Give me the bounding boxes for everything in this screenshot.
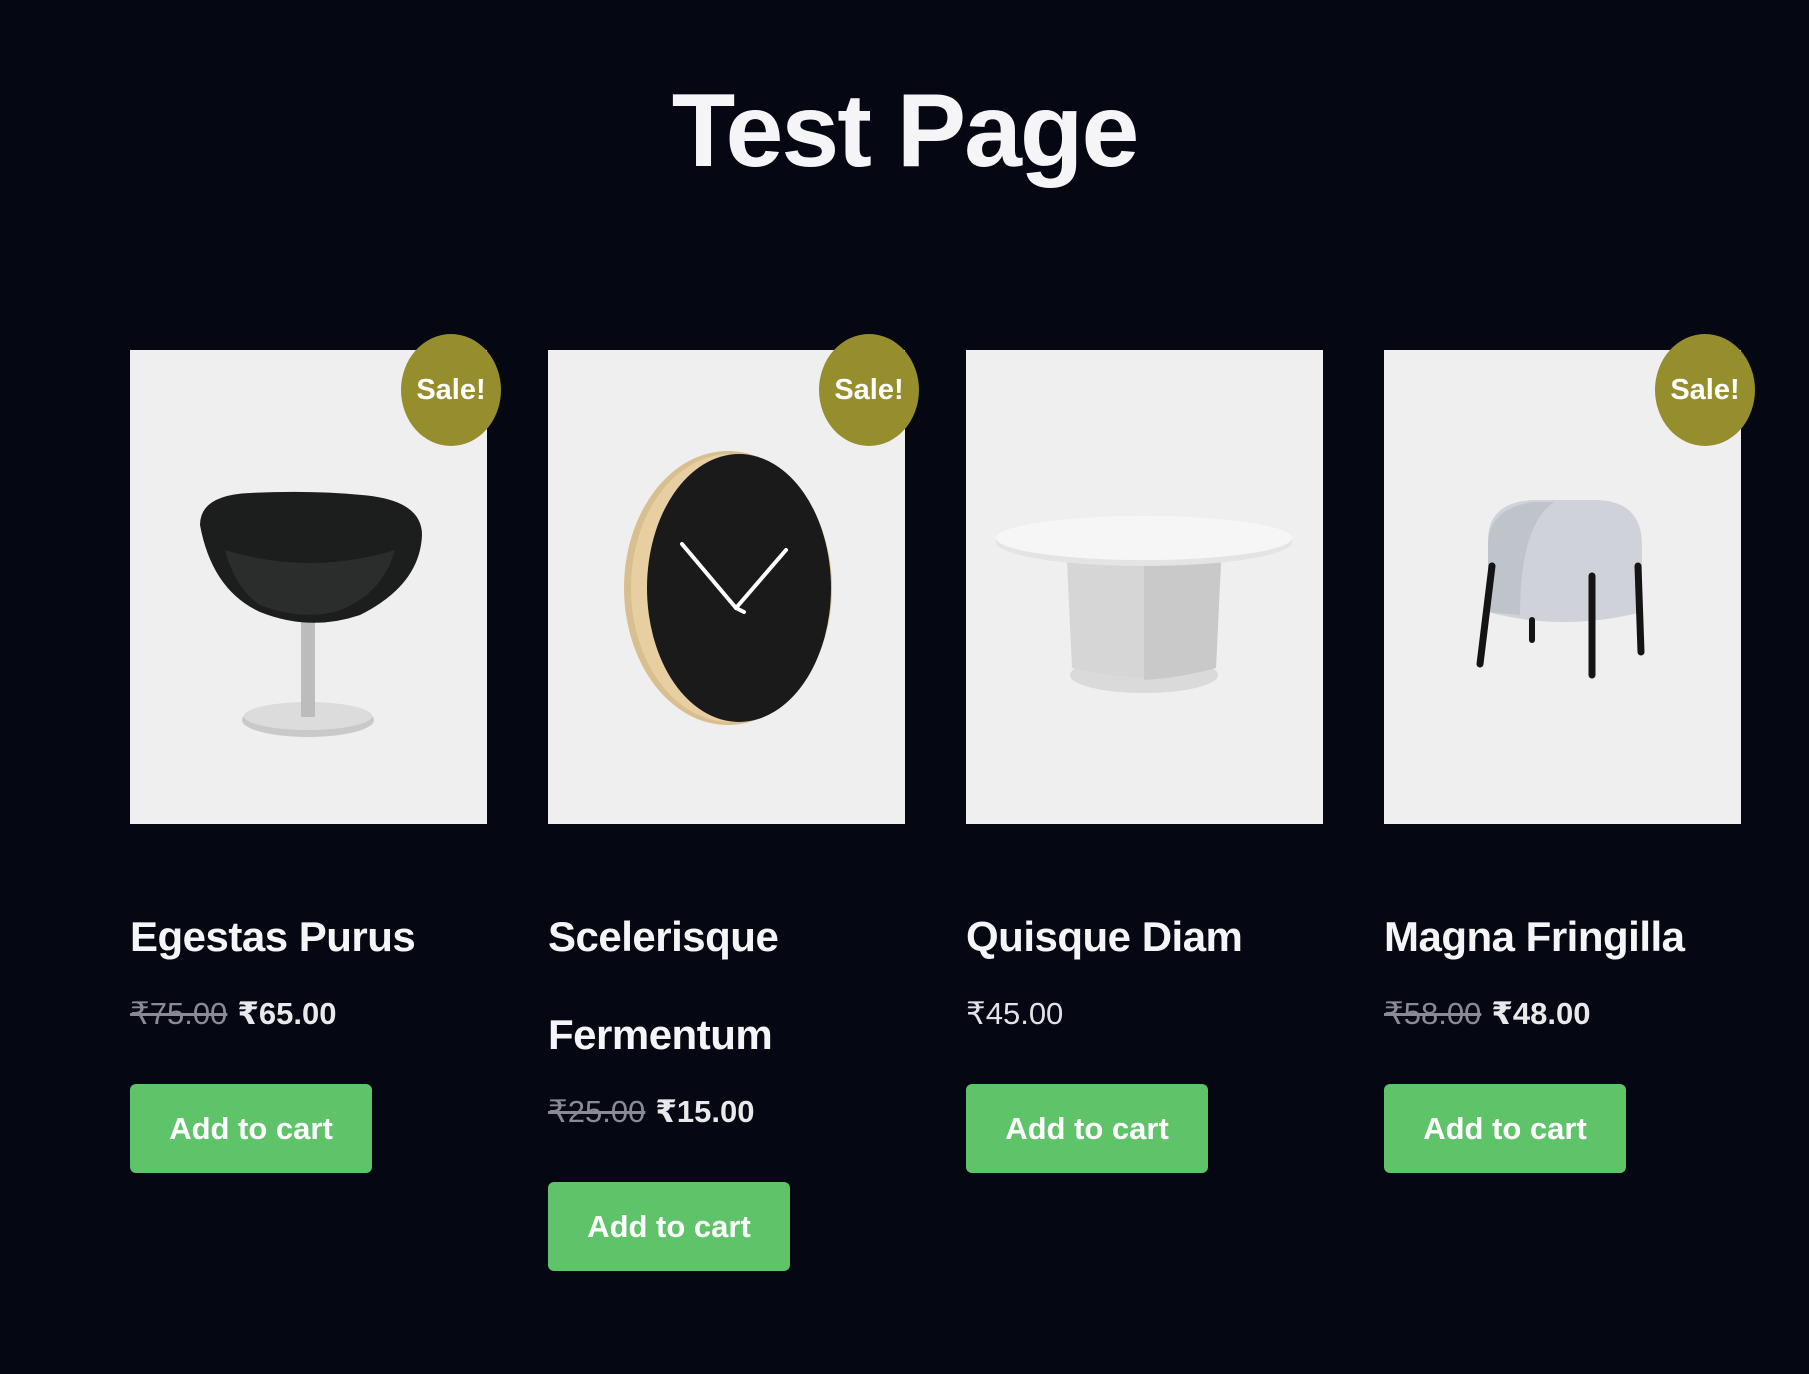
product-card: Quisque Diam ₹45.00 Add to cart — [966, 350, 1323, 1173]
sale-badge: Sale! — [1655, 334, 1755, 446]
product-image-link[interactable]: Sale! — [130, 334, 501, 824]
sale-price: ₹48.00 — [1491, 996, 1591, 1031]
product-price: ₹75.00 ₹65.00 — [130, 996, 487, 1032]
add-to-cart-button[interactable]: Add to cart — [548, 1182, 790, 1271]
coffee-table-image — [996, 516, 1292, 693]
add-to-cart-button[interactable]: Add to cart — [966, 1084, 1208, 1173]
product-price: ₹25.00 ₹15.00 — [548, 1094, 905, 1130]
product-image-link[interactable]: Sale! — [1384, 334, 1755, 824]
add-to-cart-button[interactable]: Add to cart — [1384, 1084, 1626, 1173]
product-price: ₹45.00 — [966, 996, 1323, 1032]
add-to-cart-button[interactable]: Add to cart — [130, 1084, 372, 1173]
product-title[interactable]: Quisque Diam — [966, 888, 1323, 986]
sale-badge: Sale! — [819, 334, 919, 446]
sale-price: ₹15.00 — [655, 1094, 755, 1129]
product-price: ₹58.00 ₹48.00 — [1384, 996, 1741, 1032]
product-title[interactable]: Magna Fringilla — [1384, 888, 1741, 986]
product-title[interactable]: Egestas Purus — [130, 888, 487, 986]
product-card: Sale! Egestas Purus ₹75.00 ₹65.00 Add to … — [130, 334, 501, 1173]
sale-price: ₹65.00 — [237, 996, 337, 1031]
regular-price: ₹25.00 — [548, 1094, 646, 1129]
product-image-link[interactable]: Sale! — [548, 334, 919, 824]
product-title[interactable]: Scelerisque Fermentum — [548, 888, 905, 1084]
product-card: Sale! Magna Fringilla ₹58.00 ₹48.00 Add t… — [1384, 334, 1755, 1173]
regular-price: ₹75.00 — [130, 996, 228, 1031]
regular-price: ₹58.00 — [1384, 996, 1482, 1031]
page-title: Test Page — [671, 73, 1140, 189]
product-card: Sale! Scelerisque Fermentum ₹25.00 ₹15.00… — [548, 334, 919, 1271]
sale-badge: Sale! — [401, 334, 501, 446]
product-image-link[interactable] — [966, 350, 1323, 824]
regular-price: ₹45.00 — [966, 996, 1064, 1031]
